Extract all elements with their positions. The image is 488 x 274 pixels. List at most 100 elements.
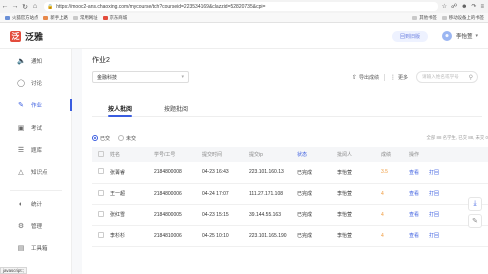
chevron-down-icon[interactable]: ▾ <box>475 33 478 39</box>
bookmark-icon <box>102 15 108 20</box>
bookmark-folder-mobile[interactable]: 移动设备上的书签 <box>441 15 484 21</box>
return-old-version-button[interactable]: 回到旧版 <box>391 30 428 42</box>
cell-student-id: 2184800005 <box>154 204 202 226</box>
tab-by-student[interactable]: 按人批阅 <box>92 101 148 117</box>
bookmark-item[interactable]: 新手上路 <box>43 15 68 21</box>
user-name[interactable]: 李怡萱 <box>456 32 473 40</box>
row-checkbox[interactable] <box>92 204 110 226</box>
cell-submit-ip: 223.101.165.190 <box>249 225 297 247</box>
avatar[interactable]: ☻ <box>441 31 452 41</box>
logo[interactable]: 泛 泛雅 <box>10 30 43 43</box>
column-score[interactable]: 成绩 <box>381 147 409 162</box>
cell-name: 李杉杉 <box>110 225 154 247</box>
bookmark-item[interactable]: 火狐官方站点 <box>5 15 38 21</box>
star-icon[interactable]: ☆ <box>442 3 447 10</box>
return-link[interactable]: 打回 <box>429 170 439 176</box>
download-icon[interactable]: ⤓ <box>468 197 482 211</box>
logo-mark: 泛 <box>10 30 21 42</box>
address-bar[interactable]: 🔒 https://mooc2-ans.chaoxing.com/mycours… <box>44 2 438 11</box>
select-all-checkbox[interactable] <box>92 147 110 162</box>
column-name[interactable]: 姓名 <box>110 147 154 162</box>
cell-name: 王一超 <box>110 183 154 205</box>
reload-icon[interactable]: ↻ <box>20 2 30 12</box>
column-submit-time[interactable]: 提交时间 <box>202 147 249 162</box>
stats-icon: ◐ <box>18 200 24 208</box>
tab-by-question[interactable]: 按题批阅 <box>148 101 204 116</box>
content-panel: 作业2 金融科技 ▾ ⇧ 导出成绩 ⋮ 更多 请输入姓名或学号 ⚲ 按人批阅 按题批… <box>82 49 488 274</box>
view-link[interactable]: 查看 <box>409 233 419 239</box>
cell-student-id: 2184810006 <box>154 225 202 247</box>
cell-score: 4 <box>381 183 409 205</box>
filter-row: 已交 未交 全部 88 名学生, 已交 88, 未交 0 <box>92 133 488 143</box>
checkbox-icon <box>98 189 104 196</box>
sidebar-item-homework[interactable]: ✎ 作业 <box>0 98 72 112</box>
export-scores-button[interactable]: ⇧ 导出成绩 <box>352 74 379 81</box>
filter-not-submitted[interactable]: 未交 <box>118 135 136 142</box>
column-grader[interactable]: 批阅人 <box>337 147 381 162</box>
share-icon[interactable]: ↷ <box>471 3 476 10</box>
search-icon[interactable]: ⚲ <box>469 74 473 81</box>
main-area: 作业2 金融科技 ▾ ⇧ 导出成绩 ⋮ 更多 请输入姓名或学号 ⚲ 按人批阅 按题批… <box>72 49 488 274</box>
filter-submitted[interactable]: 已交 <box>92 135 110 142</box>
search-input[interactable]: 请输入姓名或学号 ⚲ <box>416 71 478 83</box>
browser-toolbar: ← → ↻ ⌂ 🔒 https://mooc2-ans.chaoxing.com… <box>0 0 488 13</box>
row-checkbox[interactable] <box>92 225 110 247</box>
cell-score: 3.5 <box>381 162 409 184</box>
view-link[interactable]: 查看 <box>409 212 419 218</box>
return-link[interactable]: 打回 <box>429 233 439 239</box>
cell-status: 已完成 <box>297 225 337 247</box>
sidebar-item-discussion[interactable]: ◯ 讨论 <box>0 76 72 90</box>
cell-student-id: 2184800006 <box>154 183 202 205</box>
divider <box>383 73 385 81</box>
bookmark-item[interactable]: 常用网址 <box>72 15 98 21</box>
exam-icon: ▣ <box>17 125 25 132</box>
radio-icon <box>118 135 125 141</box>
radio-icon <box>92 135 98 141</box>
cell-grader: 李怡萱 <box>337 183 381 205</box>
sidebar-item-manage[interactable]: ⚙ 管理 <box>0 219 72 233</box>
back-icon[interactable]: ← <box>0 2 10 12</box>
bookmarks-bar: 火狐官方站点 新手上路 常用网址 京东商城 其他书签 移动设备上的书签 <box>0 13 488 23</box>
return-link[interactable]: 打回 <box>429 212 439 218</box>
cell-grader: 李怡萱 <box>337 162 381 184</box>
row-checkbox[interactable] <box>92 183 110 205</box>
sidebar-item-exam[interactable]: ▣ 考试 <box>0 121 72 135</box>
column-submit-ip[interactable]: 提交ip <box>249 147 297 162</box>
status-bar: javascript:; <box>0 267 27 274</box>
speaker-icon: 🔈 <box>17 58 26 65</box>
checkbox-icon <box>98 168 104 175</box>
sidebar-item-toolbox[interactable]: ▤ 工具箱 <box>0 241 72 255</box>
cell-actions: 查看 打回 <box>409 162 488 184</box>
folder-icon <box>412 15 418 20</box>
toolbox-icon: ▤ <box>17 245 25 252</box>
forward-icon[interactable]: → <box>10 2 20 12</box>
menu-icon[interactable]: ≡ <box>480 4 484 10</box>
sidebar-item-question-bank[interactable]: ☰ 题库 <box>0 143 72 157</box>
stack-icon: ☰ <box>17 147 25 154</box>
cell-status: 已完成 <box>297 204 337 226</box>
sidebar-item-notice[interactable]: 🔈 通知 <box>0 54 72 68</box>
bookmark-folder-other[interactable]: 其他书签 <box>412 15 437 21</box>
url-text: https://mooc2-ans.chaoxing.com/mycourse/… <box>56 3 266 10</box>
view-link[interactable]: 查看 <box>409 191 419 197</box>
sidebar-item-statistics[interactable]: ◐ 统计 <box>0 197 72 211</box>
cell-status: 已完成 <box>297 183 337 205</box>
course-select[interactable]: 金融科技 ▾ <box>92 71 189 83</box>
folder-icon <box>441 15 447 20</box>
bookmark-item[interactable]: 京东商城 <box>102 15 127 21</box>
shield-icon[interactable]: ☍ <box>451 3 457 10</box>
sidebar-item-knowledge[interactable]: △ 知识点 <box>0 165 72 179</box>
feedback-icon[interactable]: ✎ <box>468 214 482 228</box>
export-icon: ⇧ <box>351 74 357 81</box>
row-checkbox[interactable] <box>92 162 110 184</box>
more-button[interactable]: ⋮ 更多 <box>390 74 408 81</box>
lock-icon: 🔒 <box>47 3 54 10</box>
view-link[interactable]: 查看 <box>409 170 419 176</box>
cell-name: 张红雪 <box>110 204 154 226</box>
return-link[interactable]: 打回 <box>429 191 439 197</box>
column-student-id[interactable]: 学号/工号 <box>154 147 202 162</box>
home-icon[interactable]: ⌂ <box>30 2 40 12</box>
column-status[interactable]: 状态 <box>297 147 337 162</box>
account-icon[interactable]: ☻ <box>461 4 467 10</box>
cell-submit-time: 04-25 10:10 <box>202 225 249 247</box>
